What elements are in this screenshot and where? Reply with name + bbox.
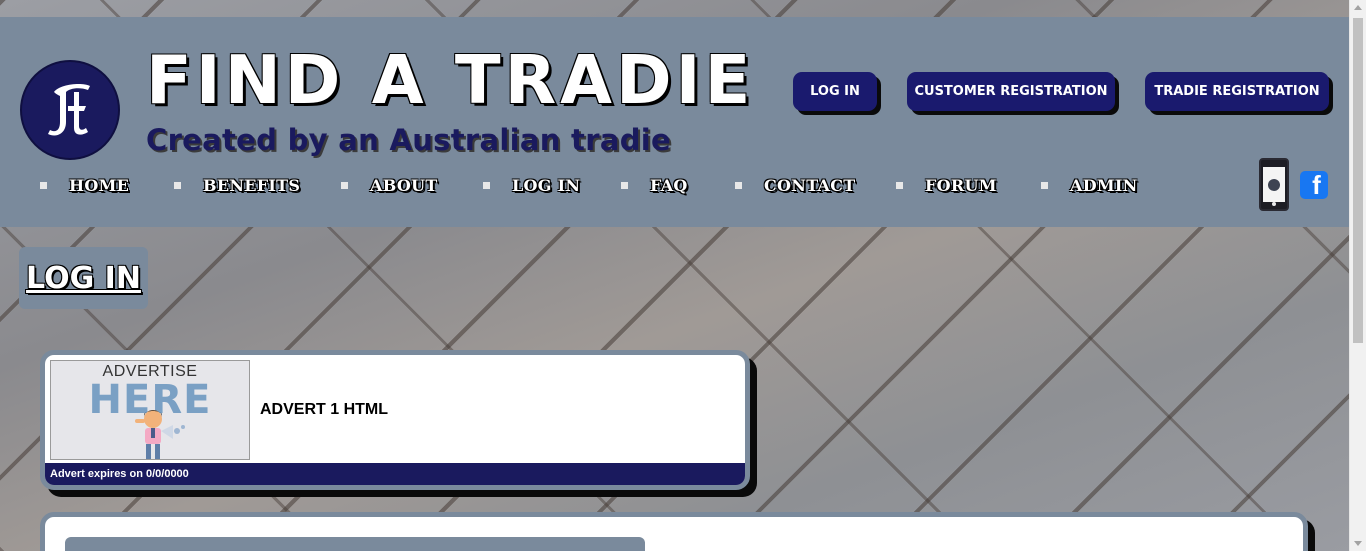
- scrollbar-thumb[interactable]: [1353, 18, 1363, 343]
- nav-bullet-icon: [896, 181, 903, 189]
- nav-bullet-icon: [40, 181, 47, 189]
- nav-bullet-icon: [341, 181, 348, 189]
- page-scrollbar[interactable]: [1349, 0, 1366, 551]
- nav-label: FORUM: [925, 175, 997, 195]
- site-logo[interactable]: [20, 60, 120, 160]
- scroll-down-icon[interactable]: [1354, 541, 1362, 546]
- site-subtitle: Created by an Australian tradie: [146, 123, 671, 157]
- login-panel-header: [65, 537, 645, 551]
- advert-expiry: Advert expires on 0/0/0000: [45, 463, 745, 485]
- login-button[interactable]: LOG IN: [793, 72, 877, 111]
- page-title-text: LOG IN: [26, 260, 141, 296]
- site-header: FIND A TRADIE Created by an Australian t…: [0, 17, 1349, 227]
- scroll-up-icon[interactable]: [1354, 5, 1362, 10]
- nav-item-home[interactable]: HOME: [40, 172, 129, 198]
- nav-bullet-icon: [735, 181, 742, 189]
- nav-item-benefits[interactable]: BENEFITS: [174, 172, 300, 198]
- facebook-icon[interactable]: f: [1300, 171, 1328, 199]
- phone-home-button-icon: [1272, 202, 1276, 206]
- advert-person-icon: [135, 410, 185, 459]
- main-nav: HOME BENEFITS ABOUT LOG IN FAQ CONTACT F…: [0, 172, 1200, 198]
- login-panel: [40, 512, 1308, 551]
- nav-item-faq[interactable]: FAQ: [621, 172, 688, 198]
- advert-card: ADVERTISE HERE ADVERT 1 HTML Advert expi…: [40, 350, 750, 490]
- nav-item-about[interactable]: ABOUT: [341, 172, 438, 198]
- advert-content: ADVERT 1 HTML: [260, 401, 388, 418]
- nav-label: ADMIN: [1070, 175, 1138, 195]
- phone-screen: [1263, 167, 1285, 202]
- nav-item-forum[interactable]: FORUM: [896, 172, 997, 198]
- facebook-glyph: f: [1312, 171, 1321, 199]
- nav-bullet-icon: [483, 181, 490, 189]
- advert-image[interactable]: ADVERTISE HERE: [50, 360, 250, 460]
- nav-label: LOG IN: [512, 175, 581, 195]
- nav-label: BENEFITS: [203, 175, 301, 195]
- phone-app-dot-icon: [1268, 179, 1280, 191]
- logo-monogram-icon: [48, 84, 90, 136]
- nav-bullet-icon: [621, 181, 628, 189]
- customer-registration-button[interactable]: CUSTOMER REGISTRATION: [907, 72, 1115, 111]
- nav-label: ABOUT: [370, 175, 438, 195]
- nav-item-admin[interactable]: ADMIN: [1041, 172, 1138, 198]
- nav-label: CONTACT: [764, 175, 856, 195]
- nav-item-login[interactable]: LOG IN: [483, 172, 580, 198]
- nav-item-contact[interactable]: CONTACT: [735, 172, 855, 198]
- mobile-phone-icon[interactable]: [1259, 158, 1289, 211]
- page-title: LOG IN: [19, 247, 148, 309]
- nav-bullet-icon: [1041, 181, 1048, 189]
- tradie-registration-button[interactable]: TRADIE REGISTRATION: [1145, 72, 1329, 111]
- site-title: FIND A TRADIE: [146, 41, 755, 119]
- nav-label: FAQ: [650, 175, 688, 195]
- nav-bullet-icon: [174, 181, 181, 189]
- nav-label: HOME: [69, 175, 130, 195]
